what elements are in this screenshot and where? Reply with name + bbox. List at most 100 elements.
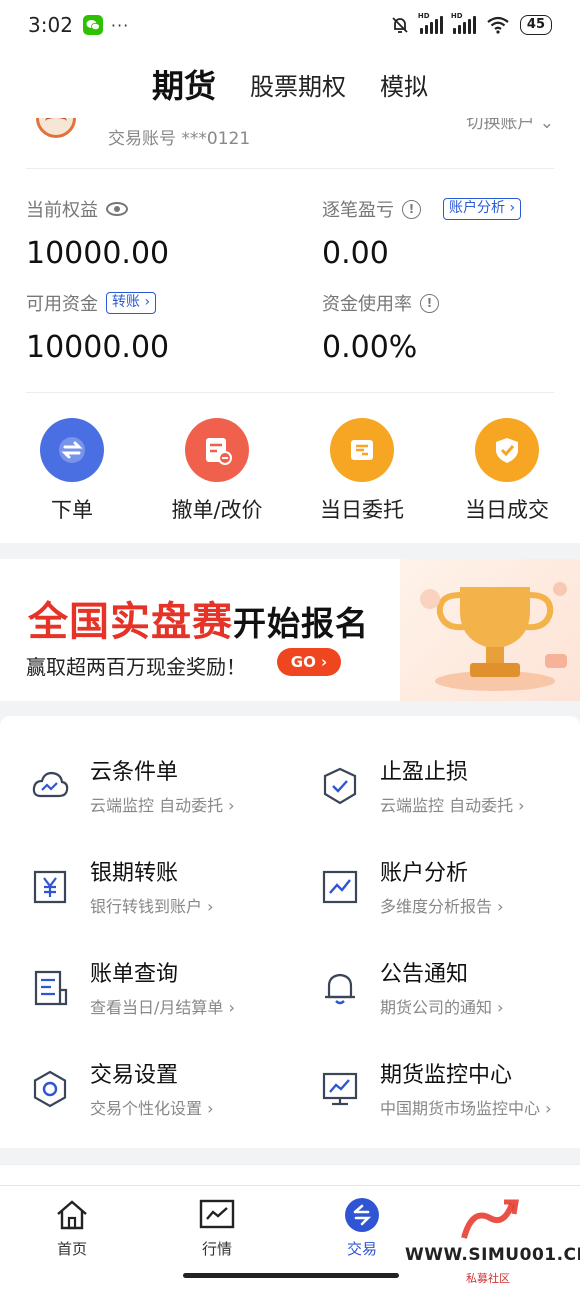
- today-orders-button[interactable]: 当日委托: [302, 418, 422, 524]
- shield-check-icon: [475, 418, 539, 482]
- account-number: 交易账号 ***0121: [108, 129, 251, 149]
- usage-label: 资金使用率: [322, 294, 412, 315]
- status-bar: 3:02 ··· HD HD 45: [0, 0, 580, 50]
- banner-title-black: 开始报名: [233, 604, 369, 643]
- tab-stock-options[interactable]: 股票期权: [250, 67, 346, 102]
- account-header: 交易账号 ***0121 切换账户 ⌄: [0, 118, 580, 158]
- bell-icon: [325, 973, 355, 1005]
- tab-simulation[interactable]: 模拟: [380, 67, 428, 102]
- today-trades-label: 当日成交: [465, 498, 549, 522]
- wifi-icon: [487, 16, 509, 34]
- cancel-document-icon: [185, 418, 249, 482]
- nav-home[interactable]: 首页: [27, 1198, 117, 1259]
- battery-indicator: 45: [519, 15, 552, 35]
- feature-title: 止盈止损: [380, 760, 469, 785]
- banner-subtitle: 赢取超两百万现金奖励！: [26, 655, 246, 679]
- feature-title: 账户分析: [380, 861, 469, 886]
- feature-title: 公告通知: [380, 962, 469, 987]
- nav-trade-label: 交易: [346, 1240, 377, 1258]
- usage-label-row: 资金使用率 !: [322, 290, 439, 316]
- equity-value: 10000.00: [26, 236, 170, 271]
- monitor-icon: [322, 1072, 358, 1106]
- market-chart-icon: [199, 1198, 235, 1232]
- pnl-label-row: 逐笔盈亏 ! 账户分析 ›: [322, 196, 522, 222]
- status-time: 3:02: [28, 13, 73, 37]
- feature-subtitle: 期货公司的通知 ›: [380, 998, 504, 1017]
- feature-bill-query[interactable]: 账单查询 查看当日/月结算单 ›: [0, 954, 290, 1054]
- feature-trade-settings[interactable]: 交易设置 交易个性化设置 ›: [0, 1055, 290, 1155]
- trade-icon: [344, 1198, 380, 1232]
- place-order-label: 下单: [51, 498, 93, 522]
- feature-subtitle: 银行转钱到账户 ›: [90, 897, 214, 916]
- equity-label-row: 当前权益: [26, 196, 128, 222]
- cancel-modify-button[interactable]: 撤单/改价: [157, 418, 277, 524]
- feature-stop-profit-loss[interactable]: 止盈止损 云端监控 自动委托 ›: [290, 752, 580, 852]
- nav-market[interactable]: 行情: [172, 1198, 262, 1259]
- mute-bell-icon: [392, 17, 408, 33]
- watermark-logo: [461, 1199, 519, 1239]
- usage-value: 0.00%: [322, 330, 418, 365]
- trophy-illustration: [400, 559, 580, 701]
- feature-grid: 云条件单 云端监控 自动委托 › 止盈止损 云端监控 自动委托 › 银期转账 银…: [0, 716, 580, 1148]
- nav-trade[interactable]: 交易: [317, 1198, 407, 1259]
- feature-subtitle: 交易个性化设置 ›: [90, 1099, 214, 1118]
- feature-bank-transfer[interactable]: 银期转账 银行转钱到账户 ›: [0, 853, 290, 953]
- order-list-icon: [330, 418, 394, 482]
- exchange-arrows-icon: [40, 418, 104, 482]
- competition-banner[interactable]: 全国实盘赛开始报名 赢取超两百万现金奖励！ GO ›: [0, 559, 580, 701]
- pnl-value: 0.00: [322, 236, 389, 271]
- wechat-notification-icon: [82, 15, 103, 35]
- shield-check-icon: [323, 767, 357, 805]
- today-orders-label: 当日委托: [320, 498, 404, 522]
- watermark-text: WWW.SIMU001.CN: [405, 1245, 580, 1265]
- available-label-row: 可用资金 转账 ›: [26, 290, 157, 316]
- nav-market-label: 行情: [201, 1240, 232, 1258]
- section-separator: [0, 1164, 580, 1186]
- feature-subtitle: 查看当日/月结算单 ›: [90, 998, 235, 1017]
- eye-icon[interactable]: [106, 202, 128, 216]
- feature-subtitle: 中国期货市场监控中心 ›: [380, 1099, 552, 1118]
- more-notifications-icon: ···: [110, 15, 130, 35]
- feature-title: 交易设置: [90, 1063, 179, 1088]
- cancel-modify-label: 撤单/改价: [171, 498, 263, 522]
- switch-account-button[interactable]: 切换账户 ⌄: [466, 118, 554, 133]
- feature-account-analysis[interactable]: 账户分析 多维度分析报告 ›: [290, 853, 580, 953]
- go-button[interactable]: GO ›: [277, 648, 341, 676]
- account-analysis-button[interactable]: 账户分析 ›: [443, 198, 522, 220]
- signal-2-icon: HD: [451, 12, 476, 34]
- switch-account-label: 切换账户: [466, 118, 535, 133]
- pnl-label: 逐笔盈亏: [322, 200, 394, 221]
- banner-title: 全国实盘赛开始报名: [28, 589, 369, 647]
- divider: [26, 392, 554, 393]
- tab-futures[interactable]: 期货: [152, 61, 216, 107]
- info-icon[interactable]: !: [402, 199, 421, 219]
- chevron-down-icon: ⌄: [539, 118, 554, 133]
- feature-announcements[interactable]: 公告通知 期货公司的通知 ›: [290, 954, 580, 1054]
- home-indicator[interactable]: [183, 1273, 399, 1278]
- nav-home-label: 首页: [56, 1240, 87, 1258]
- transfer-button[interactable]: 转账 ›: [106, 292, 157, 314]
- feature-title: 期货监控中心: [380, 1063, 513, 1088]
- hexagon-settings-icon: [33, 1070, 67, 1108]
- equity-label: 当前权益: [26, 200, 98, 221]
- feature-title: 银期转账: [90, 861, 179, 886]
- avatar: [36, 118, 76, 138]
- banner-title-red: 全国实盘赛: [28, 599, 233, 645]
- info-icon[interactable]: !: [420, 293, 439, 313]
- top-tab-bar: 期货 股票期权 模拟: [0, 50, 580, 118]
- chart-icon: [322, 870, 358, 904]
- feature-subtitle: 云端监控 自动委托 ›: [90, 796, 235, 815]
- cloud-icon: [32, 771, 69, 798]
- watermark-subtext: 私募社区: [466, 1272, 510, 1285]
- signal-1-icon: HD: [418, 12, 443, 34]
- feature-subtitle: 多维度分析报告 ›: [380, 897, 504, 916]
- feature-subtitle: 云端监控 自动委托 ›: [380, 796, 525, 815]
- feature-cloud-order[interactable]: 云条件单 云端监控 自动委托 ›: [0, 752, 290, 852]
- feature-title: 云条件单: [90, 760, 179, 785]
- account-card: 交易账号 ***0121 切换账户 ⌄ 当前权益 10000.00 逐笔盈亏 !…: [0, 118, 580, 543]
- feature-title: 账单查询: [90, 962, 179, 987]
- feature-futures-monitor[interactable]: 期货监控中心 中国期货市场监控中心 ›: [290, 1055, 580, 1155]
- today-trades-button[interactable]: 当日成交: [447, 418, 567, 524]
- home-icon: [54, 1198, 90, 1232]
- place-order-button[interactable]: 下单: [12, 418, 132, 524]
